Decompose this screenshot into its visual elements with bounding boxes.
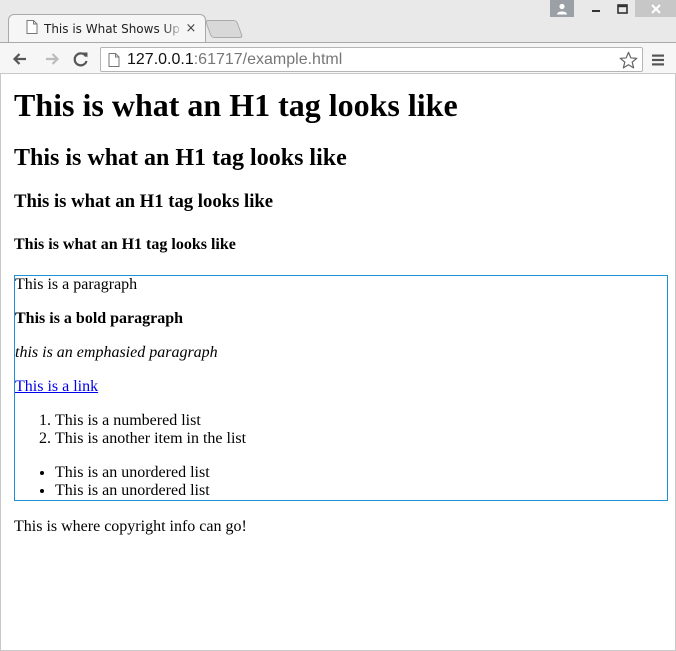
page-icon: [108, 52, 120, 67]
url-path: :61717/example.html: [193, 50, 343, 68]
footer-copyright: This is where copyright info can go!: [14, 518, 247, 535]
forward-arrow-icon[interactable]: [43, 50, 61, 68]
title-bar: This is What Shows Up On the Tab ×: [0, 0, 676, 42]
bold-text: This is a bold paragraph: [15, 310, 184, 327]
user-icon[interactable]: [550, 0, 574, 17]
ordered-list-item: This is another item in the list: [55, 430, 667, 448]
back-arrow-icon[interactable]: [11, 50, 29, 68]
example-link[interactable]: This is a link: [15, 378, 98, 395]
link-paragraph: This is a link: [15, 378, 667, 396]
heading-h4: This is what an H1 tag looks like: [14, 236, 236, 253]
url-text: 127.0.0.1:61717/example.html: [127, 51, 342, 69]
heading-h2: This is what an H1 tag looks like: [14, 145, 347, 171]
browser-tab[interactable]: This is What Shows Up On the Tab ×: [8, 14, 206, 43]
emphasized-paragraph: this is an emphasied paragraph: [15, 344, 667, 362]
address-bar[interactable]: 127.0.0.1:61717/example.html: [100, 47, 643, 72]
unordered-list: This is an unordered list This is an uno…: [15, 464, 667, 500]
ordered-list-item: This is a numbered list: [55, 412, 667, 430]
menu-icon[interactable]: [651, 52, 665, 66]
reload-icon[interactable]: [72, 50, 90, 68]
star-icon[interactable]: [619, 51, 638, 75]
toolbar: 127.0.0.1:61717/example.html: [0, 42, 676, 74]
ordered-list: This is a numbered list This is another …: [15, 412, 667, 448]
minimize-icon[interactable]: [582, 0, 609, 17]
unordered-list-item: This is an unordered list: [55, 482, 667, 500]
close-icon[interactable]: [635, 0, 676, 17]
emphasized-text: this is an emphasied paragraph: [15, 344, 218, 361]
heading-h1: This is what an H1 tag looks like: [14, 87, 458, 123]
page-viewport: This is what an H1 tag looks like This i…: [0, 74, 676, 651]
bold-paragraph: This is a bold paragraph: [15, 310, 667, 328]
new-tab-button[interactable]: [204, 20, 244, 38]
unordered-list-item: This is an unordered list: [55, 464, 667, 482]
tab-title: This is What Shows Up On the Tab: [44, 21, 184, 36]
content-section: This is a paragraph This is a bold parag…: [14, 275, 668, 501]
paragraph: This is a paragraph: [15, 276, 138, 293]
heading-h3: This is what an H1 tag looks like: [14, 191, 274, 212]
tab-close-icon[interactable]: ×: [184, 21, 198, 36]
maximize-icon[interactable]: [609, 0, 635, 17]
page-icon: [26, 20, 38, 37]
url-host: 127.0.0.1: [127, 50, 194, 68]
